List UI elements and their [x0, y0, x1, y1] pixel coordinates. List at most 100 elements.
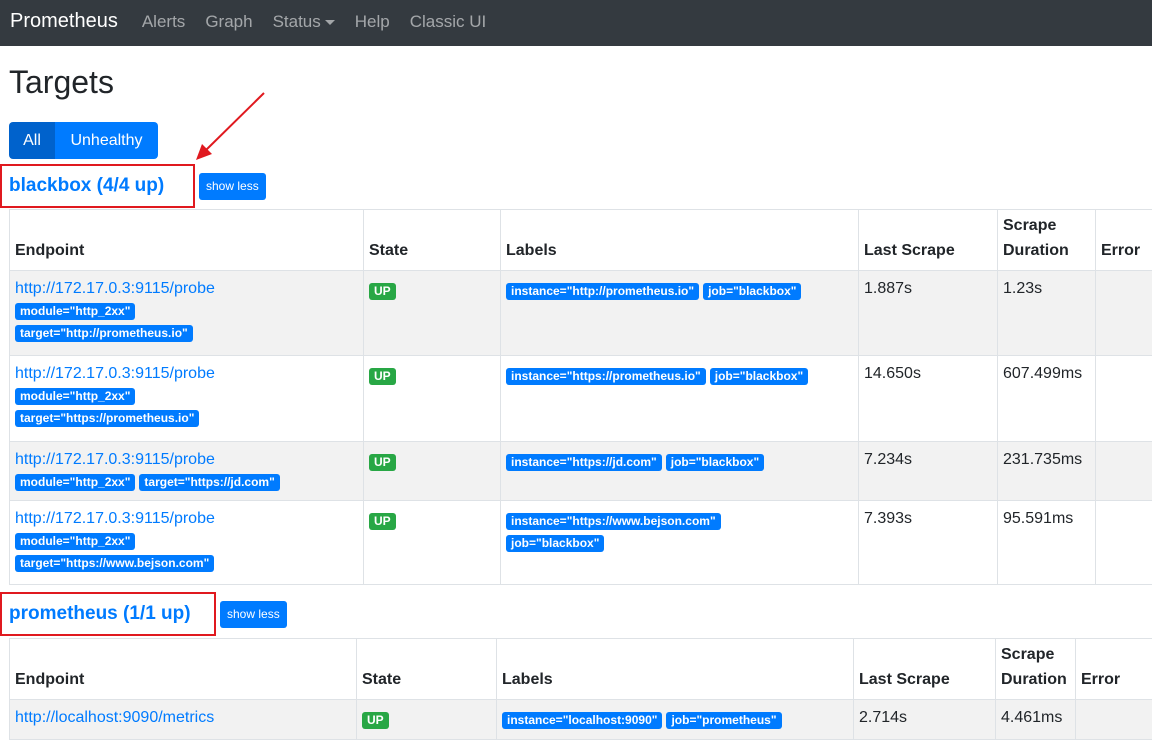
pool-title-blackbox[interactable]: blackbox (4/4 up): [0, 164, 195, 208]
col-last-scrape: Last Scrape: [859, 210, 998, 271]
state-badge: UP: [362, 712, 389, 729]
last-scrape-cell: 1.887s: [859, 271, 998, 356]
param-badge: module="http_2xx": [15, 388, 135, 405]
col-labels: Labels: [501, 210, 859, 271]
nav-help[interactable]: Help: [355, 12, 390, 32]
label-badge: instance="localhost:9090": [502, 712, 662, 729]
col-scrape-duration-line2: Duration: [1003, 242, 1069, 259]
show-less-button-blackbox[interactable]: show less: [199, 173, 266, 200]
col-endpoint: Endpoint: [10, 639, 357, 700]
state-cell: UP: [364, 442, 501, 501]
labels-cell: instance="localhost:9090"job="prometheus…: [497, 700, 854, 740]
nav-status-dropdown[interactable]: Status: [273, 12, 335, 32]
pool-header-blackbox: blackbox (4/4 up) show less: [0, 164, 266, 208]
filter-all-button[interactable]: All: [9, 122, 55, 159]
table-header-row: Endpoint State Labels Last Scrape Scrape…: [10, 639, 1152, 700]
endpoint-link[interactable]: http://172.17.0.3:9115/probe: [15, 279, 358, 299]
labels-cell: instance="http://prometheus.io"job="blac…: [501, 271, 859, 356]
label-badge: instance="https://prometheus.io": [506, 368, 706, 385]
col-scrape-duration-line1: Scrape: [1003, 217, 1056, 234]
label-badge: job="blackbox": [506, 535, 604, 552]
nav-graph[interactable]: Graph: [205, 12, 252, 32]
param-badge: module="http_2xx": [15, 474, 135, 491]
col-endpoint: Endpoint: [10, 210, 364, 271]
param-badge: target="https://www.bejson.com": [15, 555, 214, 572]
duration-cell: 95.591ms: [998, 501, 1096, 585]
labels-cell: instance="https://jd.com"job="blackbox": [501, 442, 859, 501]
endpoint-link[interactable]: http://localhost:9090/metrics: [15, 708, 351, 728]
param-badge: module="http_2xx": [15, 303, 135, 320]
duration-cell: 1.23s: [998, 271, 1096, 356]
col-scrape-duration: Scrape Duration: [998, 210, 1096, 271]
col-state: State: [364, 210, 501, 271]
table-row: http://172.17.0.3:9115/probe module="htt…: [10, 271, 1152, 356]
pool-header-prometheus: prometheus (1/1 up) show less: [0, 592, 287, 636]
page-title: Targets: [9, 64, 114, 101]
brand-link[interactable]: Prometheus: [10, 10, 118, 33]
col-error: Error: [1096, 210, 1152, 271]
col-labels: Labels: [497, 639, 854, 700]
error-cell: [1096, 442, 1152, 501]
table-row: http://localhost:9090/metrics UP instanc…: [10, 700, 1152, 740]
endpoint-cell: http://172.17.0.3:9115/probe module="htt…: [10, 356, 364, 442]
error-cell: [1076, 700, 1152, 740]
show-less-button-prometheus[interactable]: show less: [220, 601, 287, 628]
param-badge: target="http://prometheus.io": [15, 325, 193, 342]
endpoint-link[interactable]: http://172.17.0.3:9115/probe: [15, 509, 358, 529]
state-cell: UP: [364, 271, 501, 356]
label-badge: instance="http://prometheus.io": [506, 283, 699, 300]
endpoint-cell: http://172.17.0.3:9115/probe module="htt…: [10, 442, 364, 501]
param-badge: target="https://jd.com": [139, 474, 279, 491]
last-scrape-cell: 14.650s: [859, 356, 998, 442]
annotation-arrow-icon: [190, 88, 270, 163]
col-state: State: [357, 639, 497, 700]
label-badge: job="prometheus": [666, 712, 781, 729]
label-badge: instance="https://jd.com": [506, 454, 662, 471]
state-badge: UP: [369, 368, 396, 385]
state-badge: UP: [369, 513, 396, 530]
last-scrape-cell: 7.234s: [859, 442, 998, 501]
col-scrape-duration-line1: Scrape: [1001, 646, 1054, 663]
target-filter-group: All Unhealthy: [9, 122, 158, 159]
state-cell: UP: [357, 700, 497, 740]
table-row: http://172.17.0.3:9115/probe module="htt…: [10, 442, 1152, 501]
col-last-scrape: Last Scrape: [854, 639, 996, 700]
state-badge: UP: [369, 454, 396, 471]
last-scrape-cell: 2.714s: [854, 700, 996, 740]
col-scrape-duration: Scrape Duration: [996, 639, 1076, 700]
chevron-down-icon: [325, 20, 335, 25]
table-header-row: Endpoint State Labels Last Scrape Scrape…: [10, 210, 1152, 271]
label-badge: instance="https://www.bejson.com": [506, 513, 721, 530]
error-cell: [1096, 356, 1152, 442]
endpoint-link[interactable]: http://172.17.0.3:9115/probe: [15, 450, 358, 470]
labels-cell: instance="https://www.bejson.com" job="b…: [501, 501, 859, 585]
duration-cell: 607.499ms: [998, 356, 1096, 442]
last-scrape-cell: 7.393s: [859, 501, 998, 585]
nav-alerts[interactable]: Alerts: [142, 12, 185, 32]
endpoint-link[interactable]: http://172.17.0.3:9115/probe: [15, 364, 358, 384]
top-navbar: Prometheus Alerts Graph Status Help Clas…: [0, 0, 1152, 46]
state-cell: UP: [364, 356, 501, 442]
endpoint-cell: http://172.17.0.3:9115/probe module="htt…: [10, 271, 364, 356]
targets-table-prometheus: Endpoint State Labels Last Scrape Scrape…: [9, 638, 1152, 740]
targets-table-blackbox: Endpoint State Labels Last Scrape Scrape…: [9, 209, 1152, 585]
endpoint-cell: http://localhost:9090/metrics: [10, 700, 357, 740]
label-badge: job="blackbox": [710, 368, 808, 385]
error-cell: [1096, 271, 1152, 356]
table-row: http://172.17.0.3:9115/probe module="htt…: [10, 501, 1152, 585]
table-row: http://172.17.0.3:9115/probe module="htt…: [10, 356, 1152, 442]
nav-status-label: Status: [273, 12, 321, 32]
pool-title-prometheus[interactable]: prometheus (1/1 up): [0, 592, 216, 636]
state-badge: UP: [369, 283, 396, 300]
state-cell: UP: [364, 501, 501, 585]
col-error: Error: [1076, 639, 1152, 700]
param-badge: target="https://prometheus.io": [15, 410, 199, 427]
nav-classic-ui[interactable]: Classic UI: [410, 12, 487, 32]
duration-cell: 4.461ms: [996, 700, 1076, 740]
param-badge: module="http_2xx": [15, 533, 135, 550]
label-badge: job="blackbox": [666, 454, 764, 471]
filter-unhealthy-button[interactable]: Unhealthy: [55, 122, 158, 159]
error-cell: [1096, 501, 1152, 585]
endpoint-cell: http://172.17.0.3:9115/probe module="htt…: [10, 501, 364, 585]
col-scrape-duration-line2: Duration: [1001, 671, 1067, 688]
